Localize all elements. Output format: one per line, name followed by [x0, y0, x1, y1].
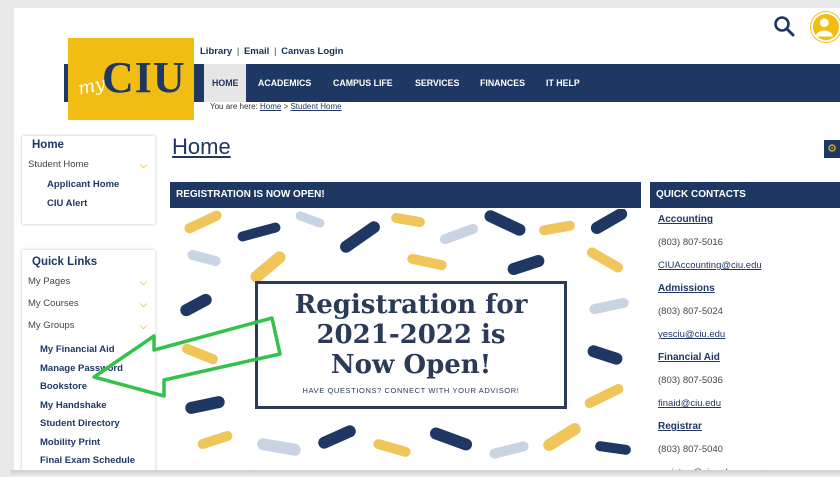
myciu-logo[interactable]: CIU my: [68, 38, 194, 120]
page-shadow: [10, 470, 840, 477]
contact-admissions-link[interactable]: Admissions: [650, 277, 840, 300]
registration-line-1: Registration for: [294, 290, 528, 320]
registration-line-3: Now Open!: [330, 350, 492, 380]
nav-campus-life[interactable]: CAMPUS LIFE: [325, 64, 401, 102]
contact-registrar-email[interactable]: registrar@ciu.edu: [650, 461, 840, 470]
chevron-down-icon[interactable]: ⌵: [140, 154, 147, 176]
quick-link-mobility-print[interactable]: Mobility Print: [22, 434, 155, 453]
contact-registrar-phone: (803) 807-5040: [658, 444, 723, 455]
quick-contacts-list: Accounting (803) 807-5016 CIUAccounting@…: [650, 208, 840, 470]
sidebar-home-title[interactable]: Home: [22, 136, 155, 154]
breadcrumb: You are here: Home > Student Home: [210, 102, 342, 111]
contact-admissions-phone: (803) 807-5024: [658, 306, 723, 317]
section-label: Student Home: [28, 159, 89, 170]
quick-link-manage-password[interactable]: Manage Password: [22, 360, 155, 379]
quick-links-title: Quick Links: [32, 256, 98, 268]
contact-accounting-link[interactable]: Accounting: [650, 208, 840, 231]
contact-accounting-email[interactable]: CIUAccounting@ciu.edu: [650, 254, 840, 277]
nav-services[interactable]: SERVICES: [407, 64, 467, 102]
chevron-down-icon[interactable]: ⌵: [140, 271, 147, 293]
canvas-login-link[interactable]: Canvas Login: [281, 46, 343, 57]
sidebar-section-student-home[interactable]: Student Home ⌵: [22, 154, 155, 176]
sidebar-section-my-courses[interactable]: My Courses ⌵: [22, 293, 155, 315]
breadcrumb-separator: >: [283, 102, 289, 111]
contact-registrar-link[interactable]: Registrar: [650, 415, 840, 438]
quick-link-my-financial-aid[interactable]: My Financial Aid: [22, 341, 155, 360]
quick-contacts-header: QUICK CONTACTS: [650, 182, 840, 208]
announcement-header: REGISTRATION IS NOW OPEN!: [170, 182, 641, 208]
sidebar-section-my-groups[interactable]: My Groups ⌵: [22, 315, 155, 337]
contact-financial-aid-email[interactable]: finaid@ciu.edu: [650, 392, 840, 415]
registration-banner-image[interactable]: Registration for 2021-2022 is Now Open! …: [177, 209, 641, 470]
registration-line-2: 2021-2022 is: [316, 320, 506, 350]
quick-link-my-handshake[interactable]: My Handshake: [22, 397, 155, 416]
chevron-down-icon[interactable]: ⌵: [140, 315, 147, 337]
link-separator: |: [236, 46, 240, 57]
section-label: My Pages: [28, 276, 71, 287]
sidebar-link-ciu-alert[interactable]: CIU Alert: [22, 195, 155, 214]
sidebar-quick-links-box: Quick Links My Pages ⌵ My Courses ⌵ My G…: [22, 250, 155, 470]
utility-links: Library | Email | Canvas Login: [200, 46, 343, 57]
logo-ciu-text: CIU: [102, 53, 186, 102]
nav-finances[interactable]: FINANCES: [472, 64, 533, 102]
quick-link-final-exam-schedule[interactable]: Final Exam Schedule: [22, 452, 155, 470]
gear-icon[interactable]: ⚙: [824, 140, 840, 158]
sidebar-home-box: Home Student Home ⌵ Applicant Home CIU A…: [22, 136, 155, 224]
contact-financial-aid-link[interactable]: Financial Aid: [650, 346, 840, 369]
section-label: My Courses: [28, 298, 79, 309]
nav-home[interactable]: HOME: [204, 64, 247, 102]
quick-link-bookstore[interactable]: Bookstore: [22, 378, 155, 397]
page-title: Home: [172, 134, 231, 159]
chevron-down-icon[interactable]: ⌵: [140, 293, 147, 315]
contact-admissions-email[interactable]: yesciu@ciu.edu: [650, 323, 840, 346]
quick-link-student-directory[interactable]: Student Directory: [22, 415, 155, 434]
sidebar-section-my-pages[interactable]: My Pages ⌵: [22, 271, 155, 293]
nav-it-help[interactable]: IT HELP: [538, 64, 588, 102]
user-avatar-icon[interactable]: [811, 12, 840, 42]
portal-page: CIU my Library | Email | Canvas Login HO…: [14, 8, 840, 470]
library-link[interactable]: Library: [200, 46, 232, 57]
contact-accounting-phone: (803) 807-5016: [658, 237, 723, 248]
sidebar-link-applicant-home[interactable]: Applicant Home: [22, 176, 155, 195]
breadcrumb-home-link[interactable]: Home: [260, 102, 281, 111]
breadcrumb-current-link[interactable]: Student Home: [290, 102, 341, 111]
nav-academics[interactable]: ACADEMICS: [250, 64, 319, 102]
section-label: My Groups: [28, 320, 75, 331]
breadcrumb-prefix: You are here:: [210, 102, 258, 111]
registration-message-box: Registration for 2021-2022 is Now Open! …: [255, 281, 567, 409]
registration-subtext: HAVE QUESTIONS? CONNECT WITH YOUR ADVISO…: [302, 386, 520, 395]
search-icon[interactable]: [772, 14, 796, 38]
contact-financial-aid-phone: (803) 807-5036: [658, 375, 723, 386]
email-link[interactable]: Email: [244, 46, 269, 57]
link-separator: |: [273, 46, 277, 57]
